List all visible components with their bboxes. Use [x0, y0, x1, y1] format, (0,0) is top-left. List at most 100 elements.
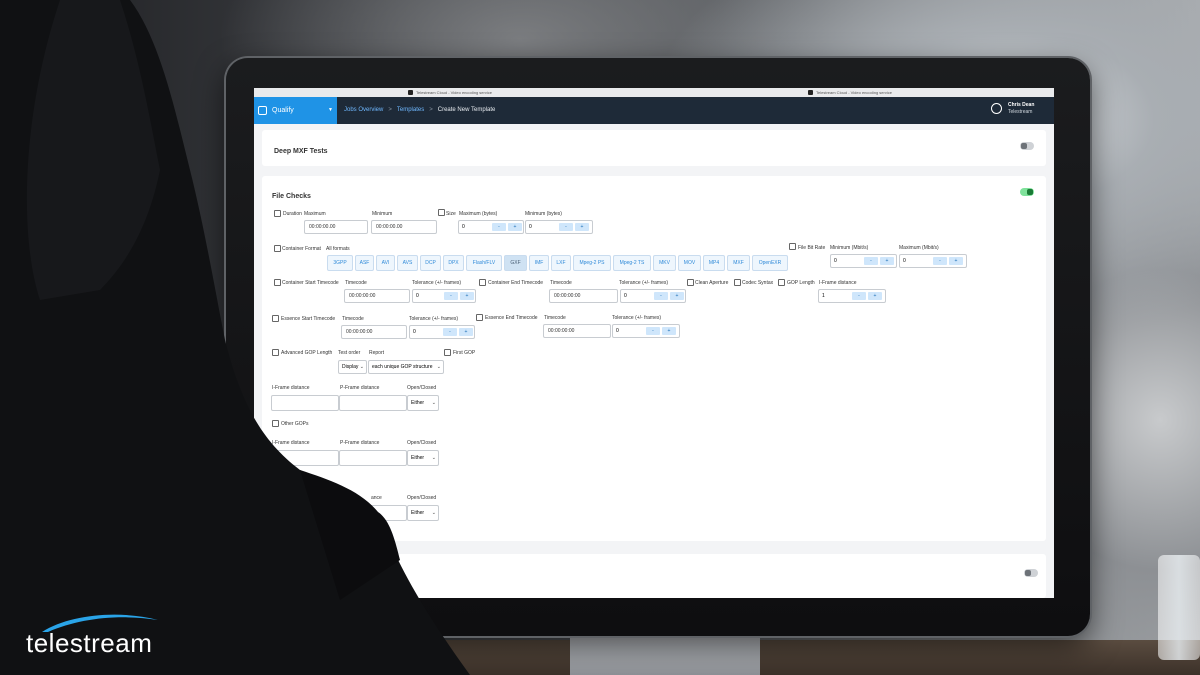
increment-button[interactable]: + [949, 257, 963, 265]
format-flash-flv[interactable]: Flash/FLV [466, 255, 502, 271]
duration-max-label: Maximum [304, 211, 326, 217]
decrement-button[interactable]: - [443, 328, 457, 336]
format-mkv[interactable]: MKV [653, 255, 676, 271]
open-closed-select[interactable]: Either ⌄ [407, 505, 439, 521]
essence-start-tc-tolerance-stepper[interactable]: 0- + [409, 325, 475, 339]
container-start-tc-input[interactable]: 00:00:00:00 [344, 289, 410, 303]
format-3gpp[interactable]: 3GPP [327, 255, 353, 271]
format-mxf[interactable]: MXF [727, 255, 750, 271]
increment-button[interactable]: + [670, 292, 684, 300]
pframe-distance-input[interactable] [354, 505, 407, 521]
report-select[interactable]: each unique GOP structure ⌄ [368, 360, 444, 374]
increment-button[interactable]: + [459, 328, 473, 336]
iframe-distance-input[interactable] [271, 450, 339, 466]
pframe-distance-input[interactable] [339, 395, 407, 411]
product-switcher[interactable]: Qualify ▼ [254, 97, 337, 124]
advanced-gop-report-label: Report [369, 350, 385, 356]
essence-end-tc-tolerance-stepper[interactable]: 0- + [612, 324, 680, 338]
format-mpeg2-ts[interactable]: Mpeg-2 TS [613, 255, 651, 271]
format-openexr[interactable]: OpenEXR [752, 255, 788, 271]
other-gops-label: Other GOPs [281, 421, 309, 427]
format-asf[interactable]: ASF [355, 255, 374, 271]
breadcrumb-templates[interactable]: Templates [397, 107, 424, 113]
decrement-button[interactable]: - [864, 257, 878, 265]
increment-button[interactable]: + [662, 327, 676, 335]
container-end-tc-tolerance-stepper[interactable]: 0- + [620, 289, 686, 303]
deep-mxf-toggle[interactable] [1020, 142, 1034, 150]
essence-end-tc-checkbox[interactable] [476, 314, 483, 321]
chevron-down-icon: ⌄ [431, 400, 436, 406]
format-dpx[interactable]: DPX [443, 255, 464, 271]
monitor-stand [570, 636, 760, 675]
size-max-stepper[interactable]: 0- + [458, 220, 524, 234]
container-format-checkbox[interactable] [274, 245, 281, 252]
decrement-button[interactable]: - [852, 292, 866, 300]
format-mp4[interactable]: MP4 [703, 255, 725, 271]
essence-start-tc-input[interactable]: 00:00:00:00 [341, 325, 407, 339]
increment-button[interactable]: + [508, 223, 522, 231]
chevron-down-icon: ⌄ [359, 364, 364, 370]
file-bit-rate-checkbox[interactable] [789, 243, 796, 250]
decrement-button[interactable]: - [559, 223, 573, 231]
open-closed-select[interactable]: Either ⌄ [407, 450, 439, 466]
format-mov[interactable]: MOV [678, 255, 701, 271]
container-start-tc-checkbox[interactable] [274, 279, 281, 286]
container-end-tc-checkbox[interactable] [479, 279, 486, 286]
codec-syntax-checkbox[interactable] [734, 279, 741, 286]
file-bit-rate-label: File Bit Rate [798, 245, 826, 251]
container-end-tc-input[interactable]: 00:00:00:00 [549, 289, 618, 303]
format-avs[interactable]: AVS [397, 255, 418, 271]
format-gxf[interactable]: GXF [504, 255, 527, 271]
format-imf[interactable]: IMF [529, 255, 549, 271]
essence-end-tc-input[interactable]: 00:00:00:00 [543, 324, 611, 338]
size-label: Size [446, 211, 456, 217]
gop-length-checkbox[interactable] [778, 279, 785, 286]
file-bit-rate-min-label: Minimum (Mbit/s) [830, 245, 869, 251]
duration-checkbox[interactable] [274, 210, 281, 217]
bit-rate-min-stepper[interactable]: 0- + [830, 254, 897, 268]
essence-start-tc-checkbox[interactable] [272, 315, 279, 322]
format-lxf[interactable]: LXF [551, 255, 571, 271]
browser-tab[interactable]: Telestream Cloud - Video encoding servic… [404, 89, 492, 96]
section-toggle[interactable] [1024, 569, 1038, 577]
essence-start-tc-label: Essence Start Timecode [281, 316, 336, 322]
test-order-select[interactable]: Display ⌄ [338, 360, 367, 374]
user-menu[interactable]: Chris Dean Telestream [991, 101, 1046, 121]
size-min-stepper[interactable]: 0- + [525, 220, 593, 234]
file-checks-toggle[interactable] [1020, 188, 1034, 196]
qualify-icon [258, 106, 267, 115]
format-mpeg2-ps[interactable]: Mpeg-2 PS [573, 255, 611, 271]
toggle-knob [1021, 143, 1027, 149]
decrement-button[interactable]: - [646, 327, 660, 335]
other-gops-checkbox[interactable] [272, 420, 279, 427]
increment-button[interactable]: + [575, 223, 589, 231]
essence-start-tc-tolerance-label: Tolerance (+/- frames) [409, 316, 459, 322]
first-gop-checkbox[interactable] [444, 349, 451, 356]
advanced-gop-checkbox[interactable] [272, 349, 279, 356]
increment-button[interactable]: + [880, 257, 894, 265]
app-header: Qualify ▼ Jobs Overview > Templates > Create… [254, 97, 1054, 124]
duration-min-input[interactable]: 00:00:00.00 [371, 220, 437, 234]
gop-length-stepper[interactable]: 1- + [818, 289, 886, 303]
partial-gops-label: GOPs [300, 476, 314, 482]
format-avi[interactable]: AVI [376, 255, 395, 271]
breadcrumb-jobs-overview[interactable]: Jobs Overview [344, 107, 383, 113]
decrement-button[interactable]: - [654, 292, 668, 300]
bit-rate-max-stepper[interactable]: 0- + [899, 254, 967, 268]
decrement-button[interactable]: - [933, 257, 947, 265]
clean-aperture-checkbox[interactable] [687, 279, 694, 286]
pframe-distance-input[interactable] [339, 450, 407, 466]
format-dcp[interactable]: DCP [420, 255, 441, 271]
size-max-label: Maximum (bytes) [459, 211, 498, 217]
increment-button[interactable]: + [868, 292, 882, 300]
decrement-button[interactable]: - [444, 292, 458, 300]
desk [400, 640, 1200, 675]
container-start-tc-tolerance-stepper[interactable]: 0- + [412, 289, 476, 303]
duration-max-input[interactable]: 00:00:00.00 [304, 220, 368, 234]
increment-button[interactable]: + [460, 292, 474, 300]
open-closed-select[interactable]: Either ⌄ [407, 395, 439, 411]
decrement-button[interactable]: - [492, 223, 506, 231]
size-checkbox[interactable] [438, 209, 445, 216]
browser-tab[interactable]: Telestream Cloud - Video encoding servic… [804, 89, 892, 96]
iframe-distance-input[interactable] [271, 395, 339, 411]
